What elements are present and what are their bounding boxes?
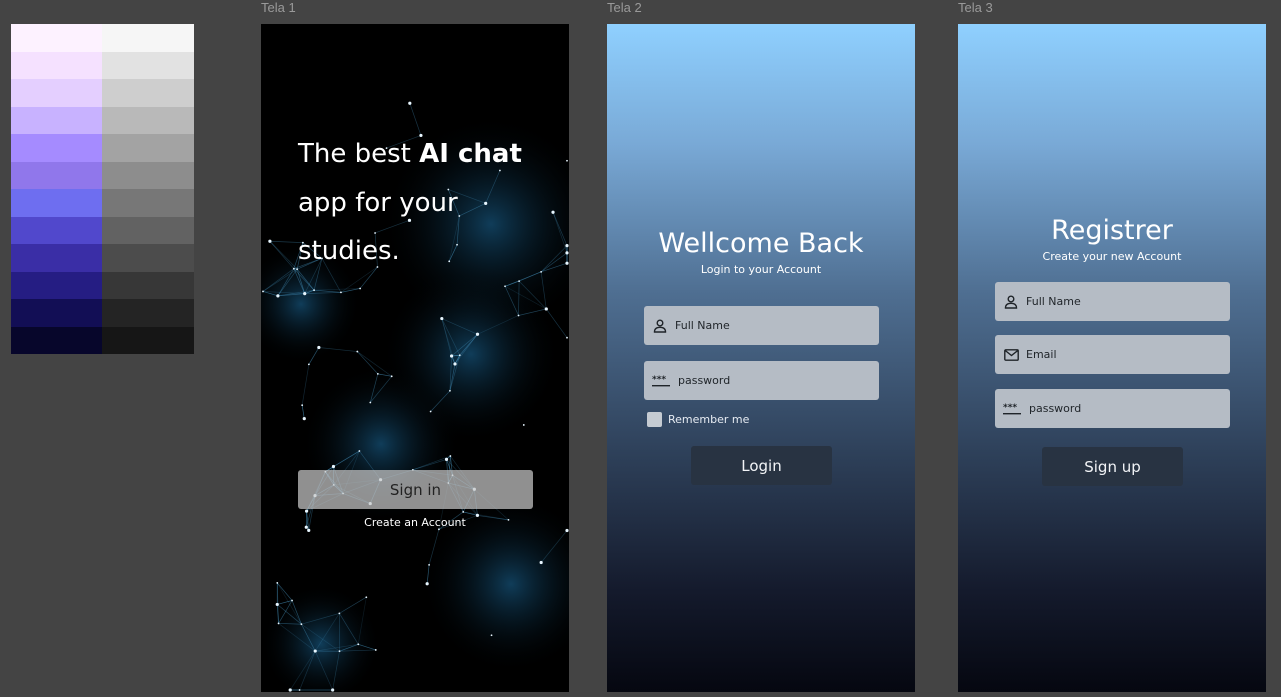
remember-me-label: Remember me [668, 413, 750, 426]
palette-swatch-purple [11, 299, 102, 327]
palette-swatch-purple [11, 106, 102, 134]
palette-swatch-gray [102, 106, 194, 134]
remember-me-checkbox[interactable] [647, 412, 662, 427]
full-name-placeholder: Full Name [675, 319, 730, 332]
palette-swatch-gray [102, 271, 194, 299]
svg-text:***: *** [652, 375, 666, 385]
frame-tela-3: Registrer Create your new Account Full N… [958, 24, 1266, 692]
password-field[interactable]: *** password [995, 389, 1230, 428]
palette-swatch-gray [102, 24, 194, 52]
password-dots-icon: *** [1003, 401, 1022, 417]
sign-up-button[interactable]: Sign up [1042, 447, 1183, 486]
person-icon [652, 318, 668, 334]
frame-tela-1: The best AI chat app for your studies. S… [261, 24, 569, 692]
hero-prefix: The best [298, 139, 420, 169]
register-subtitle: Create your new Account [1042, 250, 1182, 263]
register-title: Registrer [1051, 215, 1173, 246]
password-field[interactable]: *** password [644, 361, 879, 400]
hero-bold: AI chat [419, 139, 522, 169]
login-subtitle: Login to your Account [700, 263, 822, 276]
palette-swatch-purple [11, 51, 102, 79]
palette-swatch-purple [11, 326, 102, 354]
neural-network-background [261, 101, 569, 692]
password-dots-icon: *** [652, 373, 671, 389]
palette-swatch-gray [102, 51, 194, 79]
full-name-field[interactable]: Full Name [644, 306, 879, 345]
login-button[interactable]: Login [691, 446, 832, 485]
palette-swatch-gray [102, 161, 194, 189]
palette-swatch-purple [11, 134, 102, 162]
frame-label-tela-2: Tela 2 [607, 0, 642, 15]
frame-label-tela-3: Tela 3 [958, 0, 993, 15]
password-placeholder: password [1029, 402, 1082, 415]
create-account-link[interactable]: Create an Account [261, 516, 569, 529]
frame-label-tela-1: Tela 1 [261, 0, 296, 15]
color-palette [11, 24, 194, 354]
svg-text:***: *** [1003, 403, 1017, 413]
password-placeholder: password [678, 374, 731, 387]
palette-swatch-purple [11, 189, 102, 217]
full-name-placeholder: Full Name [1026, 295, 1081, 308]
frame-tela-2: Wellcome Back Login to your Account Full… [607, 24, 915, 692]
palette-swatch-purple [11, 161, 102, 189]
remember-me-row[interactable]: Remember me [647, 412, 749, 427]
palette-swatch-purple [11, 216, 102, 244]
palette-swatch-gray [102, 244, 194, 272]
mail-icon [1003, 347, 1019, 363]
hero-rest: app for your studies. [298, 187, 458, 267]
sign-in-button[interactable]: Sign in [298, 470, 533, 509]
palette-swatch-gray [102, 189, 194, 217]
person-icon [1003, 294, 1019, 310]
palette-swatch-gray [102, 216, 194, 244]
hero-headline: The best AI chat app for your studies. [298, 130, 548, 276]
full-name-field[interactable]: Full Name [995, 282, 1230, 321]
palette-swatch-purple [11, 244, 102, 272]
palette-swatch-purple [11, 24, 102, 52]
palette-swatch-purple [11, 271, 102, 299]
palette-swatch-gray [102, 326, 194, 354]
login-title: Wellcome Back [658, 228, 864, 259]
email-placeholder: Email [1026, 348, 1057, 361]
palette-swatch-gray [102, 299, 194, 327]
email-field[interactable]: Email [995, 335, 1230, 374]
palette-swatch-gray [102, 79, 194, 107]
palette-swatch-gray [102, 134, 194, 162]
palette-swatch-purple [11, 79, 102, 107]
